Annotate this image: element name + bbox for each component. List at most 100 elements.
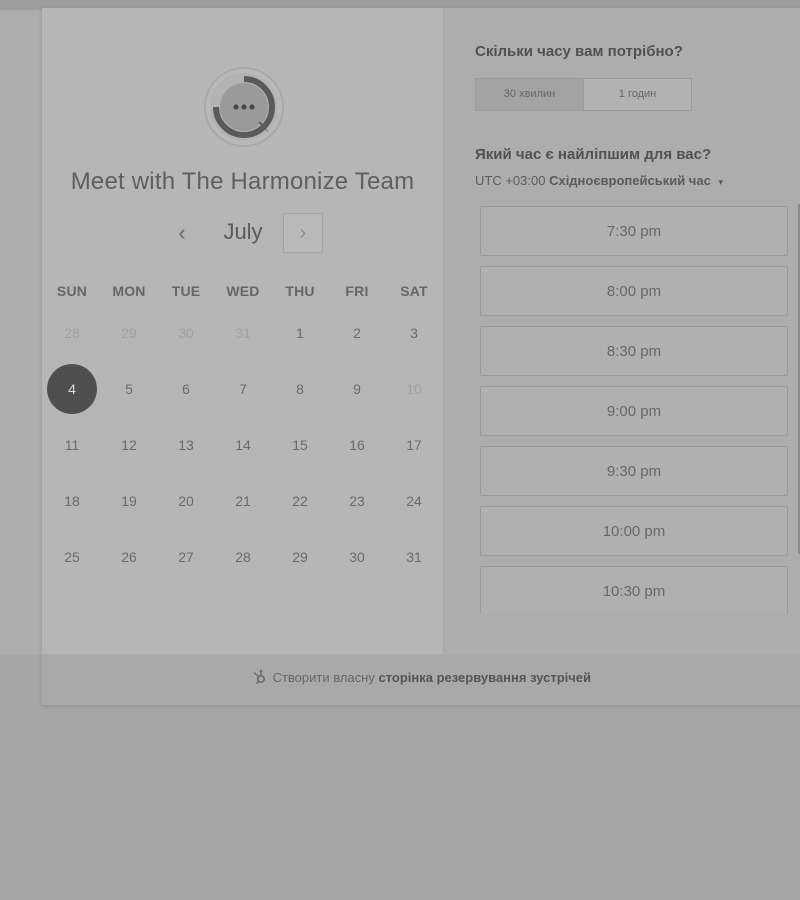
calendar-day[interactable]: 13 [158,420,214,470]
meeting-title: Meet with The Harmonize Team [70,168,415,195]
next-month-button[interactable]: › [283,213,323,253]
calendar-day[interactable]: 11 [44,420,100,470]
calendar-day-selected[interactable]: 4 [44,364,100,414]
calendar-day[interactable]: 24 [386,476,442,526]
time-slot[interactable]: 8:30 pm [480,326,788,376]
prev-month-button[interactable]: ‹ [168,213,196,253]
footer-prefix-text: Створити власну [272,670,375,685]
calendar-day[interactable]: 19 [101,476,157,526]
calendar-day[interactable]: 3 [386,308,442,358]
calendar-days-grid: 28 29 30 31 1 2 3 4 5 6 7 8 9 10 11 12 13 14 15 16 17 18 19 20 2… [44,308,443,598]
weekday-fri: FRI [345,283,369,299]
chat-bubble-logo-icon [203,66,285,148]
time-slot[interactable]: 9:00 pm [480,386,788,436]
time-slot[interactable]: 10:30 pm [480,566,788,614]
hubspot-sprocket-icon [251,658,267,685]
calendar-day-number: 24 [406,493,422,509]
calendar-day: 10 [386,364,442,414]
calendar-day-number: 6 [182,381,190,397]
calendar-day-number: 27 [178,549,194,565]
weekday-header: SUN MON TUE WED THU FRI SAT [44,283,443,303]
calendar-day[interactable]: 18 [44,476,100,526]
calendar-day[interactable]: 6 [158,364,214,414]
calendar-day-number: 30 [349,549,365,565]
calendar-day-number: 26 [121,549,137,565]
timezone-offset: UTC +03:00 [475,173,546,188]
calendar-day[interactable]: 26 [101,532,157,582]
calendar-day-number: 30 [178,325,194,341]
calendar-day-number: 9 [353,381,361,397]
calendar-day[interactable]: 20 [158,476,214,526]
timezone-selector[interactable]: UTC +03:00 Східноєвропейський час ▾ [475,173,723,188]
chevron-down-icon: ▾ [718,177,723,187]
calendar-day[interactable]: 16 [329,420,385,470]
calendar-day[interactable]: 21 [215,476,271,526]
duration-question: Скільки часу вам потрібно? [475,43,683,60]
calendar-day-number: 14 [235,437,251,453]
calendar-day-number: 12 [121,437,137,453]
calendar-day[interactable]: 23 [329,476,385,526]
calendar-day-number: 4 [47,364,97,414]
timezone-name: Східноєвропейський час [549,173,711,188]
time-slot[interactable]: 10:00 pm [480,506,788,556]
calendar-day-number: 8 [296,381,304,397]
weekday-mon: MON [112,283,146,299]
weekday-sat: SAT [400,283,428,299]
time-question: Який час є найліпшим для вас? [475,146,712,163]
weekday-wed: WED [226,283,260,299]
calendar-day[interactable]: 9 [329,364,385,414]
calendar-day-number: 25 [64,549,80,565]
calendar-day-number: 1 [296,325,304,341]
month-navigation: ‹ July › [42,213,443,258]
time-slot[interactable]: 8:00 pm [480,266,788,316]
calendar-panel: Meet with The Harmonize Team ‹ July › SU… [42,8,444,654]
calendar-day[interactable]: 22 [272,476,328,526]
time-selection-panel: Скільки часу вам потрібно? 30 хвилин 1 г… [444,8,800,654]
time-slot[interactable]: 9:30 pm [480,446,788,496]
calendar-day-number: 7 [239,381,247,397]
calendar-day-number: 31 [235,325,251,341]
calendar-day: 28 [44,308,100,358]
calendar-day[interactable]: 31 [386,532,442,582]
calendar-day-number: 29 [121,325,137,341]
calendar-day: 29 [101,308,157,358]
create-booking-page-link[interactable]: сторінка резервування зустрічей [378,670,591,685]
month-label: July [223,219,263,244]
calendar-day-number: 28 [64,325,80,341]
calendar-day[interactable]: 14 [215,420,271,470]
calendar-day[interactable]: 1 [272,308,328,358]
calendar-day[interactable]: 7 [215,364,271,414]
weekday-sun: SUN [56,283,88,299]
calendar-day[interactable]: 27 [158,532,214,582]
calendar-day[interactable]: 15 [272,420,328,470]
calendar-day[interactable]: 8 [272,364,328,414]
calendar-day-number: 17 [406,437,422,453]
calendar-day[interactable]: 5 [101,364,157,414]
calendar-day-number: 10 [406,381,422,397]
calendar-day-number: 22 [292,493,308,509]
calendar-day-number: 16 [349,437,365,453]
time-slot[interactable]: 7:30 pm [480,206,788,256]
calendar-day-number: 19 [121,493,137,509]
calendar-day[interactable]: 2 [329,308,385,358]
calendar-day: 30 [158,308,214,358]
calendar-day[interactable]: 25 [44,532,100,582]
calendar-day-number: 21 [235,493,251,509]
calendar-day-number: 2 [353,325,361,341]
calendar-day[interactable]: 17 [386,420,442,470]
calendar-day-number: 5 [125,381,133,397]
calendar-day-number: 29 [292,549,308,565]
calendar-day[interactable]: 30 [329,532,385,582]
weekday-thu: THU [285,283,315,299]
calendar-day: 31 [215,308,271,358]
calendar-day-number: 11 [64,437,80,453]
calendar-day[interactable]: 29 [272,532,328,582]
calendar-day-number: 13 [178,437,194,453]
calendar-day-number: 3 [410,325,418,341]
calendar-day-number: 31 [406,549,422,565]
calendar-day[interactable]: 12 [101,420,157,470]
calendar-day-number: 28 [235,549,251,565]
duration-60-button[interactable]: 1 годин [584,79,691,110]
duration-30-button[interactable]: 30 хвилин [476,79,584,110]
calendar-day[interactable]: 28 [215,532,271,582]
